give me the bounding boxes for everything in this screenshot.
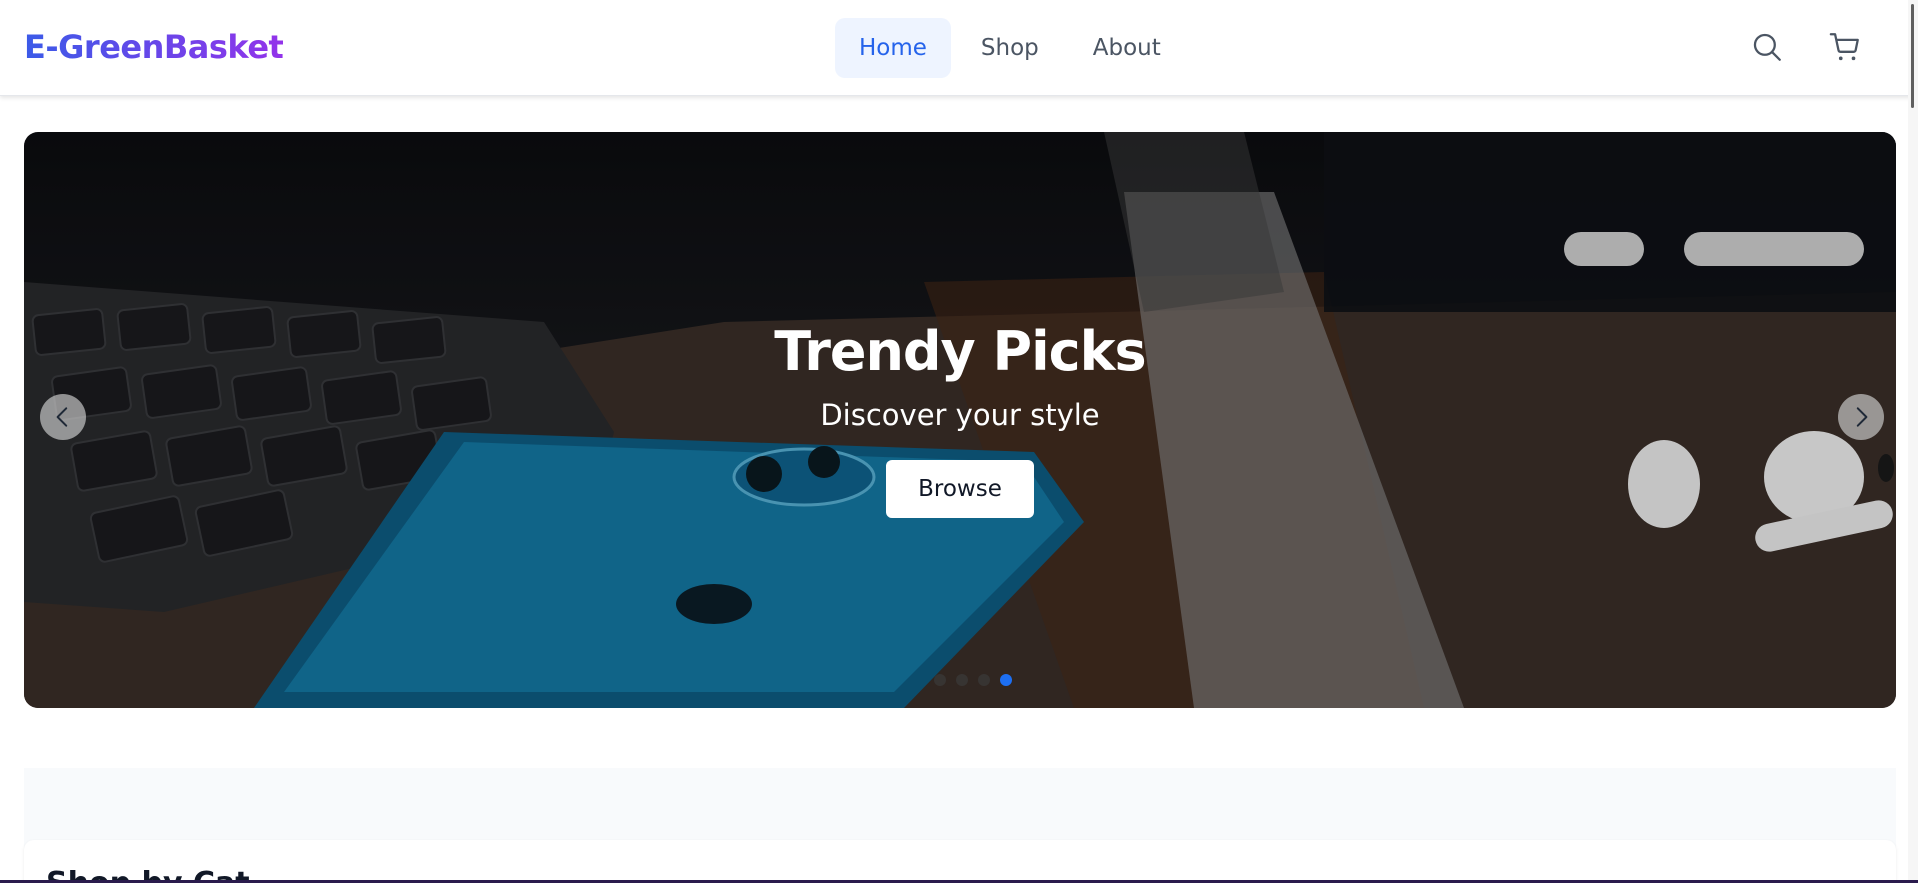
site-header: E-GreenBasket Home Shop About	[0, 0, 1918, 96]
cart-icon	[1829, 33, 1859, 61]
search-icon	[1753, 33, 1781, 61]
nav-item-shop[interactable]: Shop	[957, 18, 1063, 78]
carousel-next-button[interactable]	[1838, 394, 1884, 440]
carousel-dot-active[interactable]	[1000, 674, 1012, 686]
page-scrollbar[interactable]	[1908, 0, 1918, 883]
search-button[interactable]	[1750, 30, 1784, 64]
carousel-dot[interactable]	[934, 674, 946, 686]
site-logo[interactable]: E-GreenBasket	[24, 28, 284, 66]
carousel-prev-button[interactable]	[40, 394, 86, 440]
categories-card: Shop by Cat	[24, 840, 1896, 883]
main-nav: Home Shop About	[835, 18, 1185, 78]
chevron-right-icon	[1856, 407, 1868, 427]
carousel-indicators	[934, 674, 1012, 686]
hero-subtitle: Discover your style	[820, 398, 1100, 432]
carousel-dot[interactable]	[978, 674, 990, 686]
cart-button[interactable]	[1828, 30, 1862, 64]
scrollbar-thumb[interactable]	[1911, 4, 1914, 108]
nav-item-home[interactable]: Home	[835, 18, 951, 78]
hero-carousel: Trendy Picks Discover your style Browse	[24, 132, 1896, 708]
hero-title: Trendy Picks	[774, 320, 1146, 383]
browse-button[interactable]: Browse	[886, 460, 1034, 518]
carousel-dot[interactable]	[956, 674, 968, 686]
nav-item-about[interactable]: About	[1069, 18, 1185, 78]
chevron-left-icon	[56, 407, 68, 427]
